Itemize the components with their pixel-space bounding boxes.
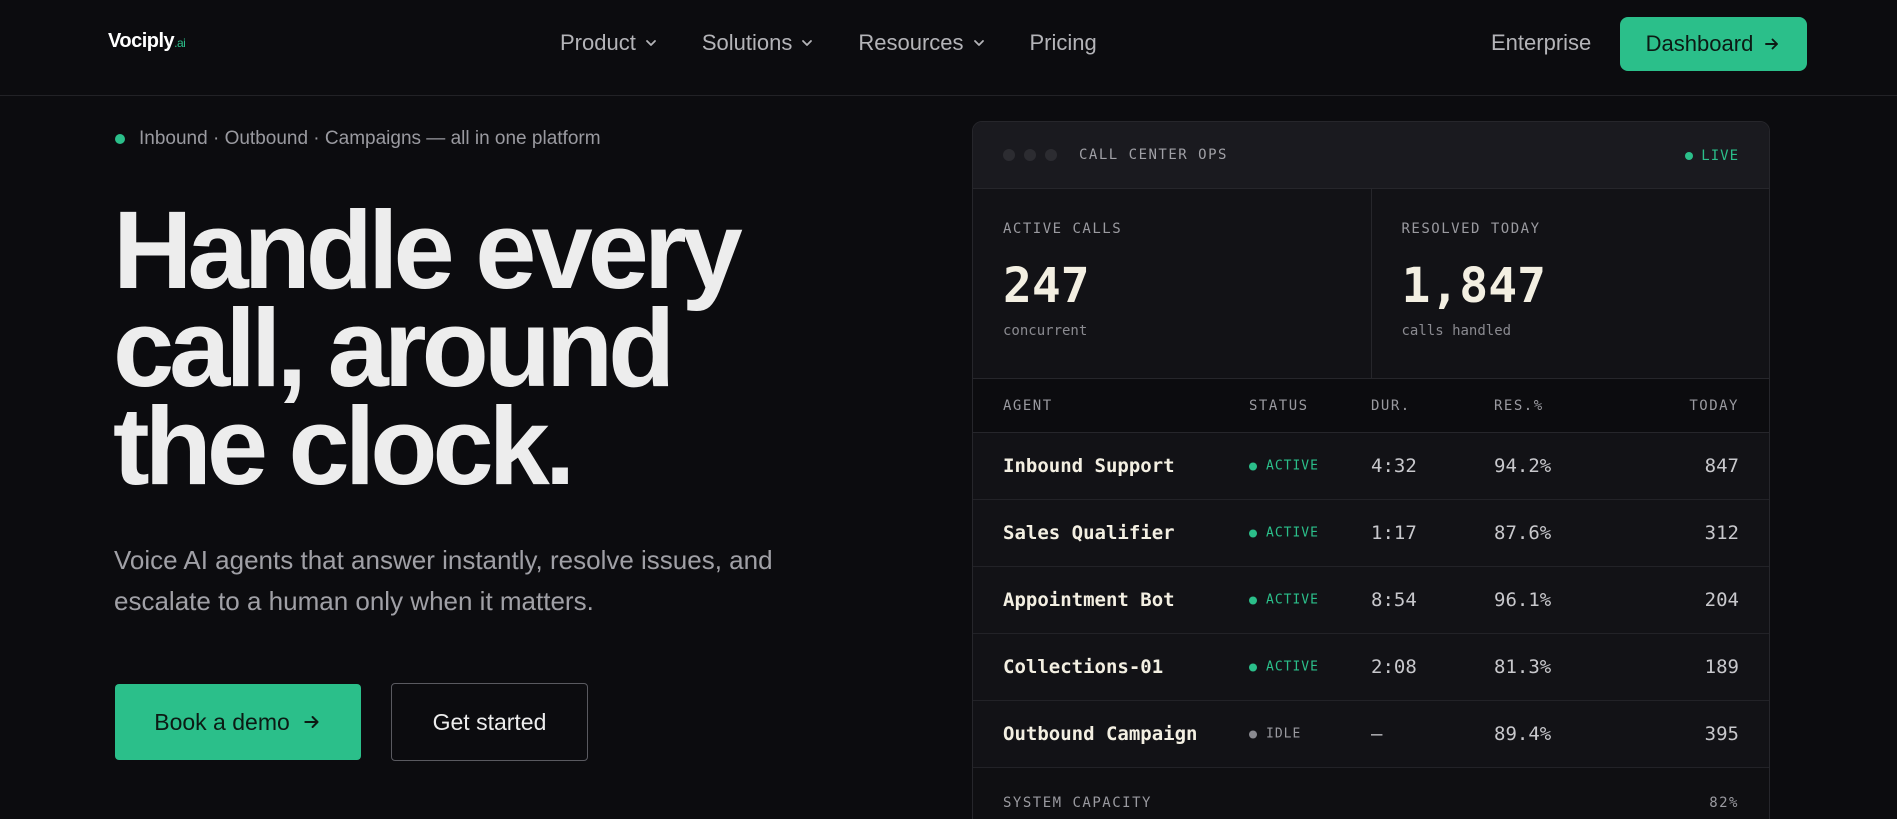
- nav-solutions-label: Solutions: [701, 30, 793, 55]
- col-status[interactable]: STATUS: [1249, 398, 1309, 414]
- today-count: 312: [1704, 522, 1739, 544]
- panel-title: CALL CENTER OPS: [1079, 147, 1228, 163]
- agent-name: Collections-01: [1003, 656, 1164, 678]
- top-nav: Vociply.ai Product Solutions Resources P…: [0, 0, 1897, 96]
- live-indicator: LIVE: [1685, 148, 1739, 164]
- system-capacity: SYSTEM CAPACITY 82%: [973, 768, 1769, 819]
- table-row[interactable]: Outbound Campaign IDLE — 89.4% 395: [973, 701, 1769, 768]
- logo[interactable]: Vociply.ai: [108, 30, 186, 53]
- agent-table-body: Inbound Support ACTIVE 4:32 94.2% 847 Sa…: [973, 433, 1769, 768]
- status-text: ACTIVE: [1266, 525, 1319, 541]
- stat-sub: concurrent: [1003, 323, 1088, 339]
- status-badge: IDLE: [1249, 727, 1301, 742]
- get-started-button[interactable]: Get started: [391, 683, 588, 761]
- status-badge: ACTIVE: [1249, 526, 1319, 541]
- resolution-rate: 81.3%: [1494, 656, 1552, 678]
- today-count: 204: [1704, 589, 1739, 611]
- resolution-rate: 96.1%: [1494, 589, 1552, 611]
- col-duration[interactable]: DUR.: [1371, 398, 1411, 414]
- arrow-right-icon: [304, 716, 319, 728]
- hero-headline: Handle every call, around the clock.: [113, 189, 743, 508]
- call-center-panel: CALL CENTER OPS LIVE ACTIVE CALLS 247 co…: [972, 121, 1770, 819]
- hero-eyebrow-text: Inbound · Outbound · Campaigns — all in …: [139, 128, 601, 149]
- duration: —: [1371, 723, 1383, 745]
- table-row[interactable]: Sales Qualifier ACTIVE 1:17 87.6% 312: [973, 500, 1769, 567]
- status-dot-icon: [1249, 596, 1257, 604]
- stat-active-calls: ACTIVE CALLS 247 concurrent: [973, 189, 1371, 378]
- duration: 2:08: [1371, 656, 1417, 678]
- stat-value: 247: [1003, 258, 1090, 314]
- panel-header: CALL CENTER OPS LIVE: [973, 122, 1769, 189]
- table-header: AGENT STATUS DUR. RES.% TODAY: [973, 379, 1769, 433]
- nav-pricing[interactable]: Pricing: [1030, 30, 1097, 56]
- col-resolution[interactable]: RES.%: [1494, 398, 1544, 414]
- nav-product-label: Product: [560, 30, 636, 55]
- agent-name: Outbound Campaign: [1003, 723, 1198, 745]
- nav-resources-label: Resources: [858, 30, 964, 55]
- table-row[interactable]: Appointment Bot ACTIVE 8:54 96.1% 204: [973, 567, 1769, 634]
- hero-subcopy: Voice AI agents that answer instantly, r…: [114, 545, 773, 616]
- status-text: IDLE: [1266, 726, 1302, 742]
- stat-resolved-today: RESOLVED TODAY 1,847 calls handled: [1370, 189, 1770, 378]
- chevron-down-icon: [645, 40, 656, 46]
- status-text: ACTIVE: [1266, 592, 1319, 608]
- status-dot-icon: [115, 134, 125, 144]
- status-dot-icon: [1249, 462, 1257, 470]
- table-row[interactable]: Collections-01 ACTIVE 2:08 81.3% 189: [973, 634, 1769, 701]
- capacity-value: 82%: [1709, 795, 1739, 811]
- capacity-label: SYSTEM CAPACITY: [1003, 795, 1152, 811]
- agent-name: Inbound Support: [1003, 455, 1175, 477]
- agent-name: Appointment Bot: [1003, 589, 1175, 611]
- nav-pricing-label: Pricing: [1029, 30, 1097, 55]
- dashboard-button-label: Dashboard: [1645, 31, 1754, 56]
- window-controls: [1003, 149, 1057, 161]
- today-count: 395: [1704, 723, 1739, 745]
- nav-product[interactable]: Product: [560, 30, 658, 56]
- status-badge: ACTIVE: [1249, 459, 1319, 474]
- status-dot-icon: [1249, 529, 1257, 537]
- today-count: 847: [1704, 455, 1739, 477]
- duration: 8:54: [1371, 589, 1417, 611]
- dashboard-button[interactable]: Dashboard: [1620, 17, 1807, 71]
- live-dot-icon: [1685, 152, 1694, 160]
- agent-name: Sales Qualifier: [1003, 522, 1175, 544]
- nav-resources[interactable]: Resources: [858, 30, 985, 56]
- status-text: ACTIVE: [1266, 458, 1319, 474]
- chevron-down-icon: [802, 40, 813, 46]
- duration: 1:17: [1371, 522, 1417, 544]
- window-dot-icon: [1045, 149, 1057, 161]
- get-started-label: Get started: [432, 708, 547, 735]
- table-row[interactable]: Inbound Support ACTIVE 4:32 94.2% 847: [973, 433, 1769, 500]
- stat-label: RESOLVED TODAY: [1401, 221, 1541, 237]
- arrow-right-icon: [1765, 38, 1779, 50]
- status-text: ACTIVE: [1266, 659, 1319, 675]
- window-dot-icon: [1003, 149, 1015, 161]
- stat-sub: calls handled: [1401, 323, 1512, 339]
- resolution-rate: 87.6%: [1494, 522, 1552, 544]
- nav-links: Product Solutions Resources Pricing: [560, 30, 1097, 56]
- status-badge: ACTIVE: [1249, 593, 1319, 608]
- enterprise-link[interactable]: Enterprise: [1491, 30, 1591, 56]
- duration: 4:32: [1371, 455, 1417, 477]
- nav-solutions[interactable]: Solutions: [702, 30, 815, 56]
- col-agent[interactable]: AGENT: [1003, 398, 1053, 414]
- col-today[interactable]: TODAY: [1689, 398, 1739, 414]
- stat-label: ACTIVE CALLS: [1003, 221, 1123, 237]
- logo-suffix: .ai: [174, 36, 186, 50]
- stats-row: ACTIVE CALLS 247 concurrent RESOLVED TOD…: [973, 189, 1769, 379]
- book-demo-button[interactable]: Book a demo: [115, 684, 361, 760]
- resolution-rate: 89.4%: [1494, 723, 1552, 745]
- status-badge: ACTIVE: [1249, 660, 1319, 675]
- status-dot-icon: [1249, 663, 1257, 671]
- status-dot-icon: [1249, 730, 1257, 738]
- resolution-rate: 94.2%: [1494, 455, 1552, 477]
- live-label: LIVE: [1701, 148, 1739, 164]
- stat-value: 1,847: [1401, 258, 1547, 314]
- today-count: 189: [1704, 656, 1739, 678]
- logo-text: Vociply: [108, 30, 175, 52]
- chevron-down-icon: [973, 40, 984, 46]
- window-dot-icon: [1024, 149, 1036, 161]
- hero-eyebrow: Inbound · Outbound · Campaigns — all in …: [115, 128, 601, 150]
- book-demo-label: Book a demo: [154, 708, 290, 735]
